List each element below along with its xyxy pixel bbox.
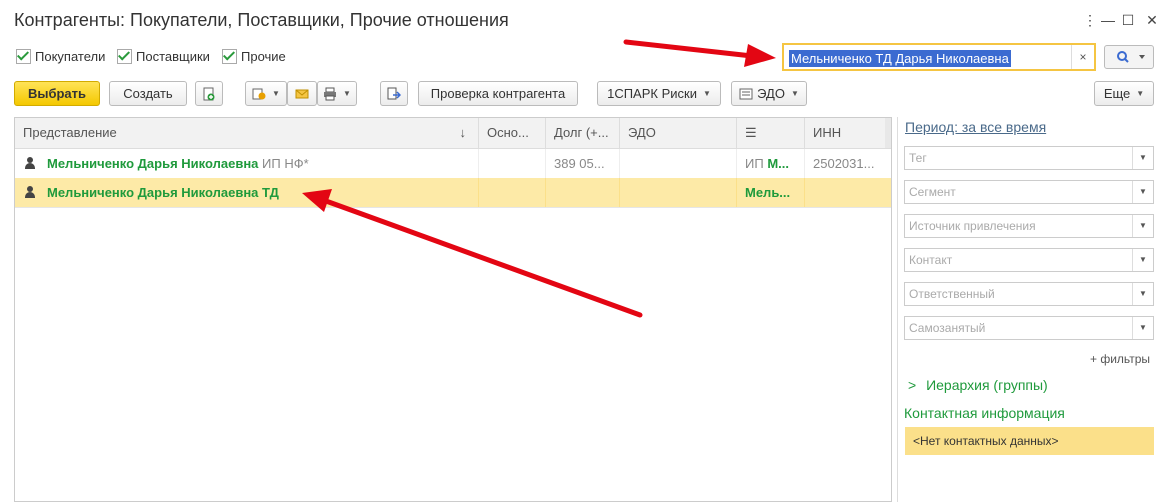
arrow-to-row-annotation (302, 189, 643, 318)
annotation-arrows (302, 39, 776, 318)
arrow-to-search-annotation (623, 39, 776, 67)
